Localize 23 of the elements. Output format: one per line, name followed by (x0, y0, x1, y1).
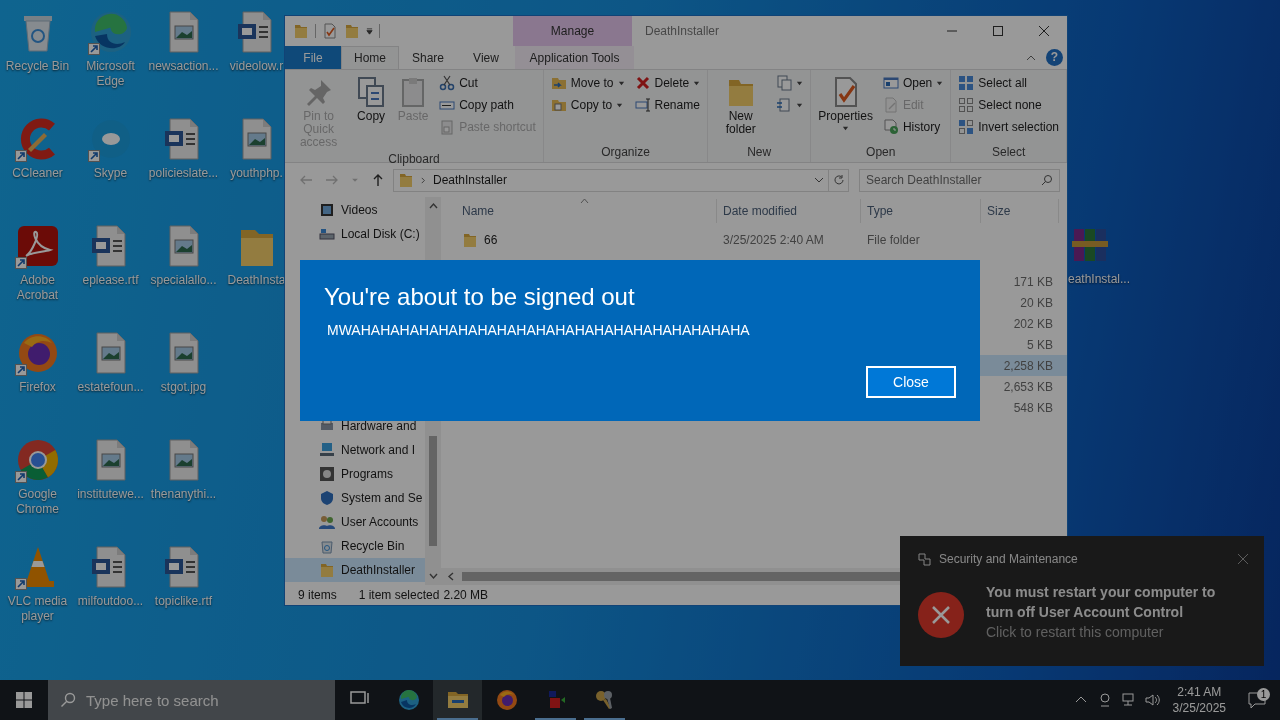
group-label: New (746, 144, 773, 161)
group-label: Select (990, 144, 1027, 161)
item-count: 9 items (298, 588, 337, 602)
toast-message: Click to restart this computer (986, 623, 1165, 642)
toast-app-name: Security and Maintenance (939, 552, 1078, 566)
size-cell: 171 KB (1013, 274, 1053, 289)
selection-size: 2.20 MB (443, 588, 489, 602)
type-cell: File folder (867, 232, 920, 247)
selection-count: 1 item selected (358, 588, 440, 602)
group-label: Organize (600, 144, 651, 161)
toast-title: You must restart your computer to turn off User Account Control (986, 583, 1217, 622)
size-cell: 5 KB (1027, 337, 1053, 352)
dialog-message: MWAHAHAHAHAHAHAHAHAHAHAHAHAHAHAHAHAHAHAHAHA (327, 322, 751, 338)
size-cell: 2,258 KB (1003, 358, 1053, 373)
group-label: Open (865, 144, 897, 161)
group-label: Clipboard (387, 151, 441, 167)
window-title: DeathInstaller (644, 23, 721, 40)
notification-count: 1 (1257, 688, 1270, 701)
file-name: 66 (484, 232, 498, 247)
context-tab-header: Manage (513, 16, 632, 46)
size-cell: 548 KB (1013, 400, 1053, 415)
dialog-title: You're about to be signed out (324, 282, 636, 312)
date-cell: 3/25/2025 2:40 AM (723, 232, 824, 247)
